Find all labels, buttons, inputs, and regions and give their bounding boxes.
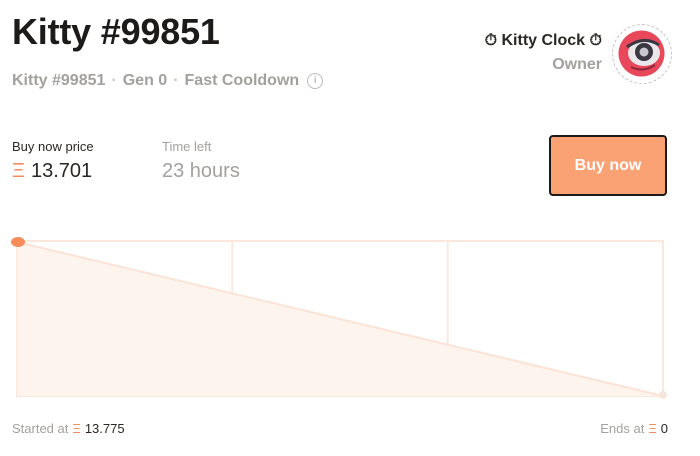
ether-icon: Ξ	[72, 421, 81, 436]
kitty-avatar-icon	[618, 30, 665, 77]
buy-now-price: Ξ 13.701	[12, 160, 92, 183]
buy-now-button[interactable]: Buy now	[549, 135, 667, 196]
owner-label: Owner	[552, 56, 602, 73]
current-price-point	[11, 237, 25, 247]
end-price-point	[659, 391, 667, 399]
kitty-subtitle: Kitty #99851 · Gen 0 · Fast Cooldown i	[12, 71, 324, 91]
started-at: Started at Ξ 13.775	[12, 421, 125, 436]
cooldown-label: Fast Cooldown	[184, 72, 300, 89]
owner-block: ⏱ Kitty Clock ⏱ Owner	[485, 30, 602, 78]
ends-at-label: Ends at	[600, 421, 645, 436]
ether-icon: Ξ	[12, 160, 25, 182]
started-at-value: 13.775	[84, 421, 125, 436]
buy-now-price-label: Buy now price	[12, 139, 94, 154]
info-icon[interactable]: i	[307, 73, 324, 89]
separator-dot: ·	[173, 72, 179, 89]
price-amount: 13.701	[31, 160, 93, 182]
ends-at: Ends at Ξ 0	[600, 421, 668, 436]
started-at-label: Started at	[12, 421, 69, 436]
price-chart	[11, 237, 667, 399]
time-left-label: Time left	[162, 139, 212, 154]
ends-at-value: 0	[660, 421, 668, 436]
ether-icon: Ξ	[648, 421, 657, 436]
time-left-value: 23 hours	[162, 160, 240, 182]
page-title: Kitty #99851	[12, 11, 220, 52]
separator-dot: ·	[111, 72, 117, 89]
owner-name[interactable]: ⏱ Kitty Clock ⏱	[485, 30, 602, 52]
owner-avatar[interactable]	[612, 24, 672, 84]
kitty-id: Kitty #99851	[12, 72, 106, 89]
generation-label: Gen 0	[122, 72, 168, 89]
